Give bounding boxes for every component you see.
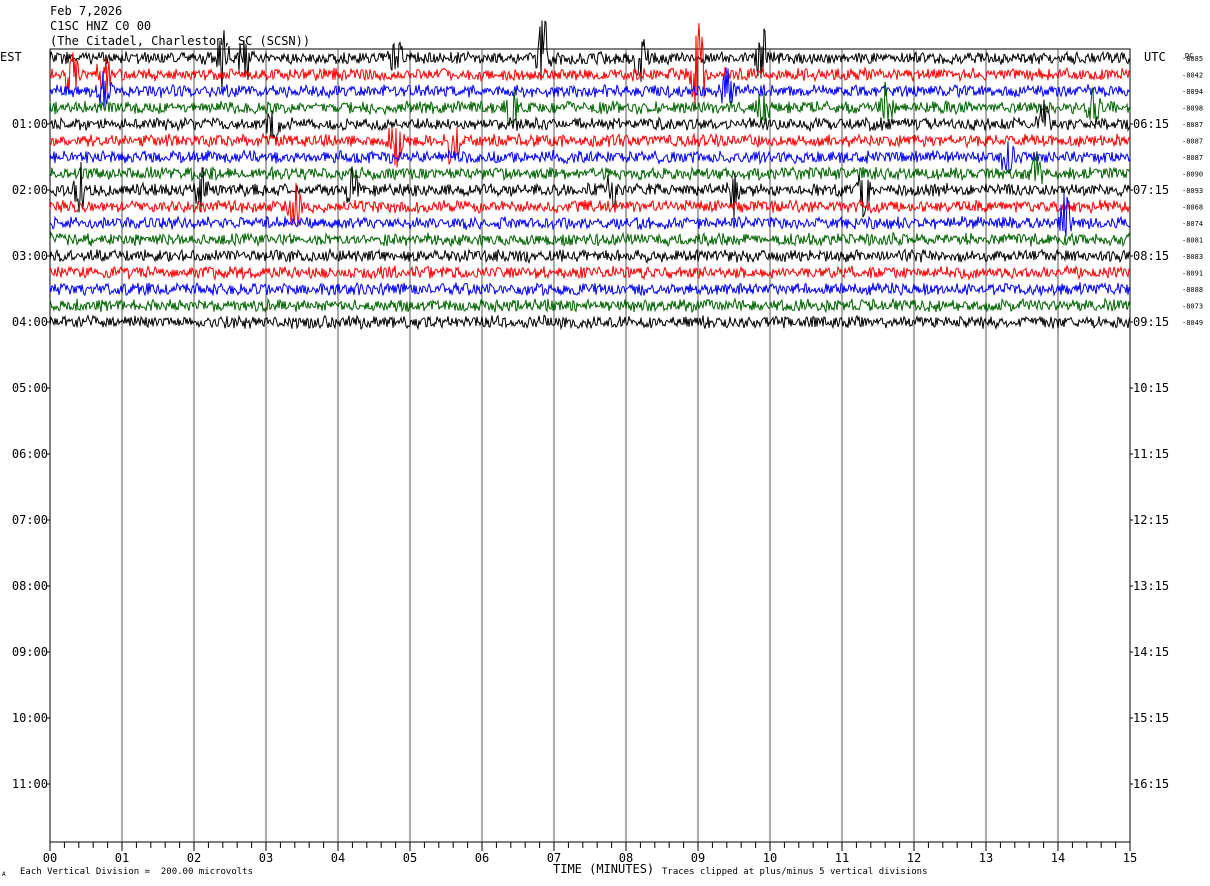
plot-frame: [49, 48, 1131, 843]
dc-offset-value: -8087: [1182, 138, 1203, 146]
x-tick-label: 12: [907, 851, 921, 865]
right-hour-label: 10:15: [1133, 381, 1169, 395]
x-tick-label: 13: [979, 851, 993, 865]
dc-offset-value: -8087: [1182, 121, 1203, 129]
dc-offset-value: -8073: [1182, 303, 1203, 311]
left-hour-label: 09:00: [12, 645, 48, 659]
left-hour-label: 08:00: [12, 579, 48, 593]
x-tick-label: 05: [403, 851, 417, 865]
trace-row: [49, 22, 1131, 110]
right-hour-label: 07:15: [1133, 183, 1169, 197]
x-tick-label: 14: [1051, 851, 1065, 865]
dc-offset-value: -8087: [1182, 154, 1203, 162]
x-tick-label: 03: [259, 851, 273, 865]
dc-offset-value: -8049: [1182, 319, 1203, 327]
scale-note: Each Vertical Division = 200.00 microvol…: [20, 867, 253, 877]
left-hour-label: 07:00: [12, 513, 48, 527]
trace-row: [49, 264, 1131, 282]
right-hour-label: 16:15: [1133, 777, 1169, 791]
x-tick-label: 15: [1123, 851, 1137, 865]
left-hour-label: 10:00: [12, 711, 48, 725]
dc-offset-value: -8091: [1182, 270, 1203, 278]
left-hour-label: 03:00: [12, 249, 48, 263]
corner-mark: A: [2, 871, 6, 878]
right-hour-label: 06:15: [1133, 117, 1169, 131]
trace-row: [49, 314, 1131, 331]
right-hour-label: 08:15: [1133, 249, 1169, 263]
right-hour-label: 15:15: [1133, 711, 1169, 725]
x-axis-title: TIME (MINUTES): [553, 862, 655, 876]
dc-offset-value: -8094: [1182, 88, 1203, 96]
left-hour-label: 11:00: [12, 777, 48, 791]
dc-offset-value: -8085: [1182, 55, 1203, 63]
right-hour-label: 13:15: [1133, 579, 1169, 593]
right-hour-label: 09:15: [1133, 315, 1169, 329]
dc-offset-value: -8098: [1182, 105, 1203, 113]
trace-row: [49, 297, 1131, 314]
dc-offset-value: -8068: [1182, 204, 1203, 212]
trace-row: [49, 247, 1131, 265]
left-hour-label: 05:00: [12, 381, 48, 395]
right-hour-label: 11:15: [1133, 447, 1169, 461]
trace-row: [49, 192, 1131, 237]
dc-offset-value: -8088: [1182, 286, 1203, 294]
right-hour-label: 14:15: [1133, 645, 1169, 659]
trace-row: [49, 67, 1130, 110]
x-tick-label: 10: [763, 851, 777, 865]
dc-offset-value: -8081: [1182, 237, 1203, 245]
x-tick-label: 04: [331, 851, 345, 865]
dc-offset-value: -8090: [1182, 171, 1203, 179]
seismogram-plot: 00 01 02 03 04 05 06 07 08 09 10 11 12 13 14 1501:0002:…: [12, 20, 1203, 865]
dc-offset-value: -8042: [1182, 72, 1203, 80]
x-tick-label: 02: [187, 851, 201, 865]
x-tick-label: 06: [475, 851, 489, 865]
trace-row: [49, 127, 1131, 168]
trace-row: [49, 231, 1131, 248]
x-tick-label: 11: [835, 851, 849, 865]
left-hour-label: 04:00: [12, 315, 48, 329]
x-tick-label: 01: [115, 851, 129, 865]
left-hour-label: 06:00: [12, 447, 48, 461]
x-tick-label: 00: [43, 851, 57, 865]
dc-offset-value: -8074: [1182, 220, 1203, 228]
left-hour-label: 02:00: [12, 183, 48, 197]
right-hour-label: 12:15: [1133, 513, 1169, 527]
clip-note: Traces clipped at plus/minus 5 vertical …: [662, 867, 928, 877]
trace-row: [49, 281, 1131, 297]
trace-row: [49, 20, 1131, 90]
x-tick-label: 09: [691, 851, 705, 865]
dc-offset-value: -8083: [1182, 253, 1203, 261]
dc-offset-value: -8093: [1182, 187, 1203, 195]
left-hour-label: 01:00: [12, 117, 48, 131]
